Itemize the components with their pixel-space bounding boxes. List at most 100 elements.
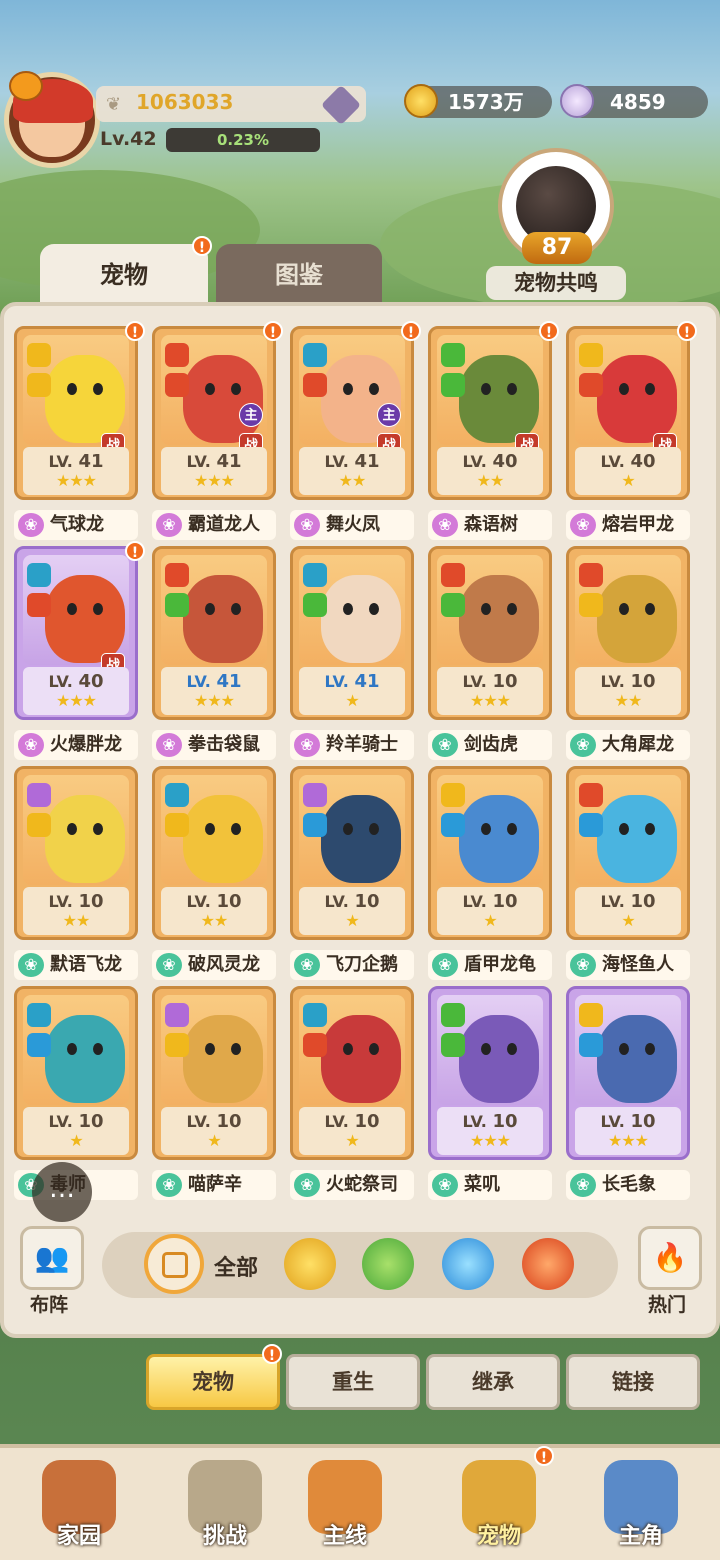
pet-card[interactable]: LV. 10 ★★★ [566,986,690,1160]
pet-stars: ★ [345,911,359,930]
pet-stars: ★★ [200,911,229,930]
pet-stars: ★ [69,1131,83,1150]
power-value: 1063033 [136,90,234,114]
paw-icon: ❀ [294,1173,320,1197]
pet-portrait [575,995,681,1105]
pet-card[interactable]: LV. 41 ★ [290,546,414,720]
fire-icon [303,373,327,397]
chat-bubble-icon[interactable]: … [32,1162,92,1222]
tab-codex[interactable]: 图鉴 [216,244,382,306]
sun-icon [165,1033,189,1057]
pet-creature-icon [321,795,401,883]
staff-icon [165,783,189,807]
pet-creature-icon [183,1015,263,1103]
spiral-icon [303,783,327,807]
leaf-icon[interactable] [362,1238,414,1290]
pet-card[interactable]: 主战 LV. 41 ★★! [290,321,421,500]
pet-card[interactable]: 战 LV. 41 ★★★! [14,321,145,500]
action-tab[interactable]: 继承 [426,1354,560,1410]
water-icon[interactable] [442,1238,494,1290]
fire-icon[interactable] [522,1238,574,1290]
pet-card[interactable]: 战 LV. 40 ★★★! [14,541,145,720]
action-tab[interactable]: 重生 [286,1354,420,1410]
water-icon [27,1033,51,1057]
pet-level: LV. 40 [462,451,518,472]
action-tab[interactable]: 宠物 [146,1354,280,1410]
pet-stars: ★★★ [607,1131,649,1150]
nav-item[interactable]: 宠物! [444,1446,554,1554]
pet-stars: ★★★ [55,471,97,490]
pet-creature-icon [321,575,401,663]
pet-grid[interactable]: 战 LV. 41 ★★★! ❀ 气球龙主战 LV. 41 ★★★! ❀ 霸道龙人主战 LV. 41… [14,314,714,1218]
paw-icon: ❀ [570,513,596,537]
nav-item[interactable]: 家园 [24,1454,134,1554]
pet-card[interactable]: LV. 10 ★★ [566,546,690,720]
pet-level: LV. 10 [324,891,380,912]
nav-item[interactable]: 挑战 [170,1454,280,1554]
pet-card[interactable]: LV. 10 ★ [290,986,414,1160]
pet-creature-icon [183,795,263,883]
pet-card[interactable]: 战 LV. 40 ★★! [428,321,559,500]
fire-icon [165,373,189,397]
axe-icon [165,563,189,587]
pet-card[interactable]: LV. 10 ★ [152,986,276,1160]
pet-card[interactable]: LV. 10 ★★★ [428,986,552,1160]
pet-creature-icon [45,355,125,443]
pet-card[interactable]: LV. 10 ★★ [14,766,138,940]
pet-name: ❀ 火爆胖龙 [14,730,138,760]
player-level: Lv.42 [100,128,157,150]
pet-portrait: 战 [23,335,129,457]
sun-icon[interactable] [284,1238,336,1290]
pet-card[interactable]: LV. 10 ★ [14,986,138,1160]
pet-creature-icon [597,355,677,443]
fire-icon [27,593,51,617]
formation-button[interactable]: 👥 [20,1226,84,1290]
gold-currency[interactable]: 1573万 [404,84,552,118]
bone-gem-icon[interactable] [320,84,362,126]
pet-portrait: 战 [437,335,543,457]
pet-level: LV. 10 [462,1111,518,1132]
water-icon [303,813,327,837]
staff-icon [303,343,327,367]
player-avatar[interactable] [4,71,100,168]
alert-icon: ! [262,1344,282,1364]
pet-stars: ★★ [62,911,91,930]
alert-icon: ! [263,321,283,341]
nav-item[interactable]: 主线 [290,1454,400,1554]
nav-item[interactable]: 主角 [586,1454,696,1554]
pet-level: LV. 41 [186,671,242,692]
pet-name: ❀ 舞火凤 [290,510,414,540]
pet-card[interactable]: LV. 41 ★★★ [152,546,276,720]
pet-name: ❀ 长毛象 [566,1170,690,1200]
pet-creature-icon [321,355,401,443]
pet-card[interactable]: LV. 10 ★ [566,766,690,940]
pet-card[interactable]: LV. 10 ★ [428,766,552,940]
paw-icon: ❀ [156,513,182,537]
alert-icon: ! [401,321,421,341]
leaf-icon [441,373,465,397]
pet-resonance-button[interactable]: 87 宠物共鸣 [486,148,626,300]
pet-card[interactable]: LV. 10 ★★ [152,766,276,940]
pet-portrait: 主战 [299,335,405,457]
pet-stars: ★ [621,471,635,490]
paw-icon: ❀ [432,513,458,537]
pet-name: ❀ 霸道龙人 [152,510,276,540]
shell-currency[interactable]: 4859 [560,84,708,118]
water-icon [579,813,603,837]
pet-card[interactable]: LV. 10 ★★★ [428,546,552,720]
sun-icon [579,593,603,617]
gold-coin-icon [404,84,438,118]
people-icon: 👥 [34,1241,70,1274]
action-tab[interactable]: 链接 [566,1354,700,1410]
filter-all-button[interactable] [144,1234,204,1294]
pet-creature-icon [459,355,539,443]
pet-name: ❀ 森语树 [428,510,552,540]
pet-card[interactable]: LV. 10 ★ [290,766,414,940]
hot-button[interactable]: 🔥 [638,1226,702,1290]
pet-card[interactable]: 主战 LV. 41 ★★★! [152,321,283,500]
pet-level: LV. 10 [186,1111,242,1132]
pet-stars: ★ [345,1131,359,1150]
paw-icon: ❀ [570,1173,596,1197]
pet-card[interactable]: 战 LV. 40 ★! [566,321,697,500]
pet-stars: ★★ [476,471,505,490]
